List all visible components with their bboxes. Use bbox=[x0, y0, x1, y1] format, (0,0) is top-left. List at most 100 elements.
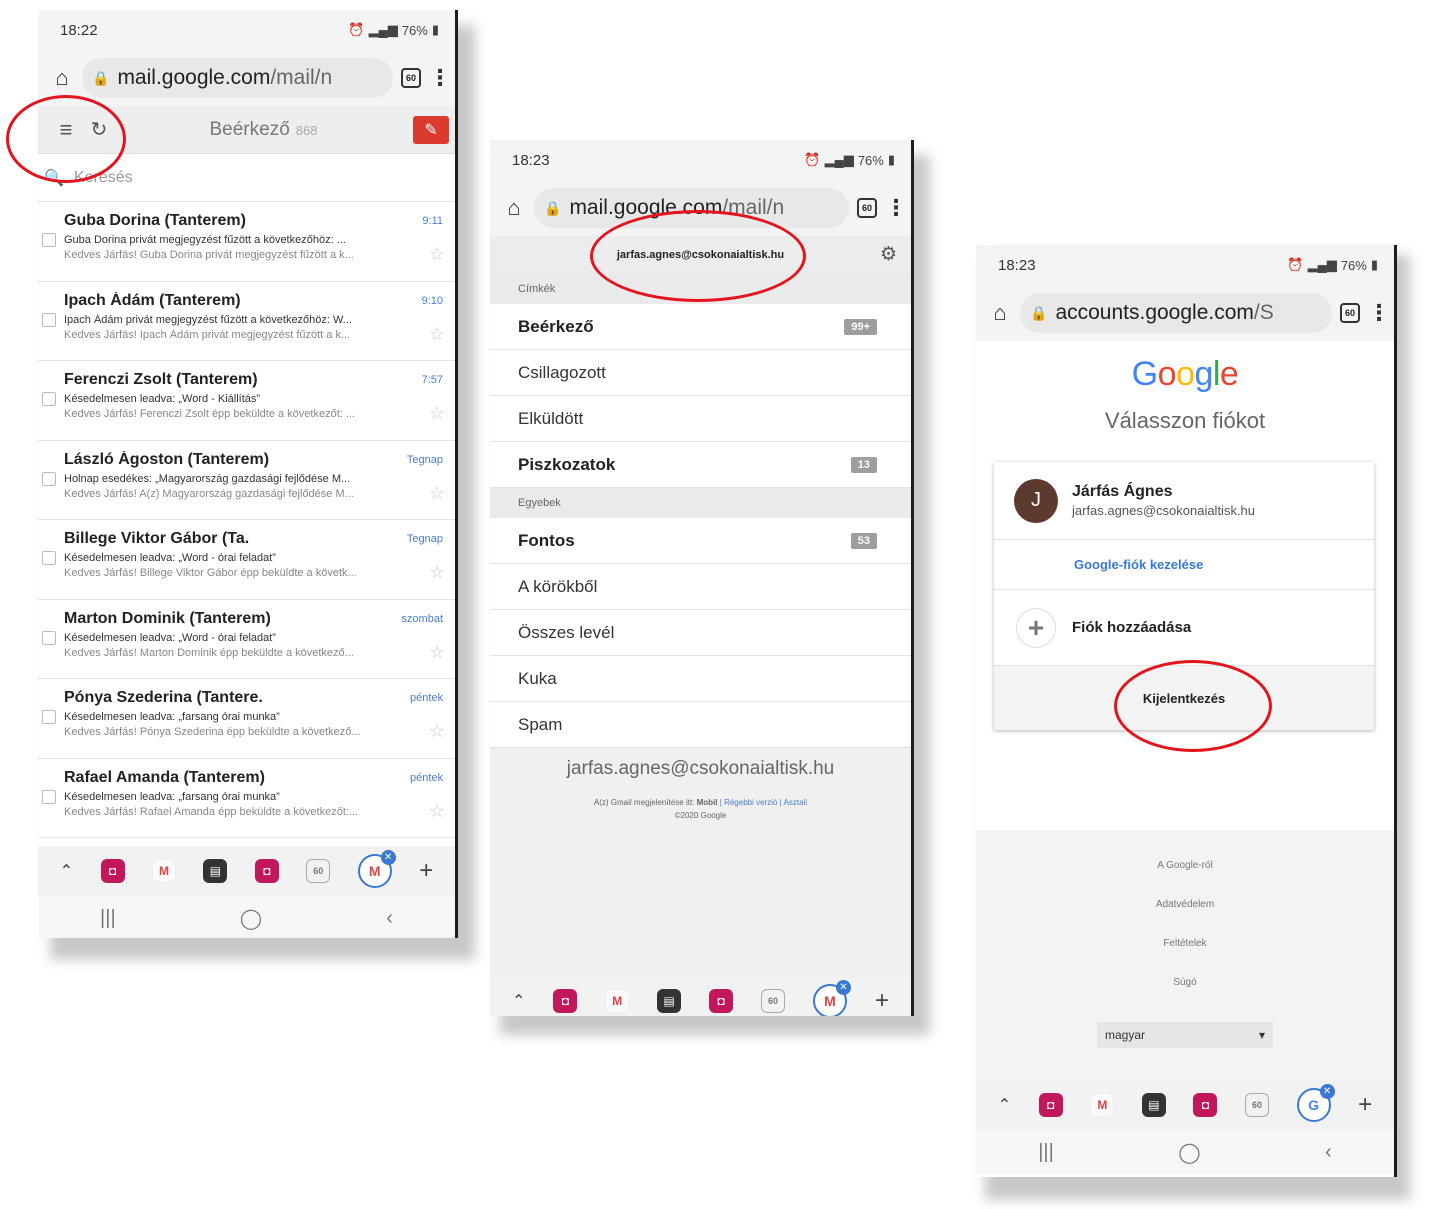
tab-count-button[interactable]: 60 bbox=[1340, 303, 1360, 323]
sign-out-button[interactable]: Kijelentkezés bbox=[994, 666, 1374, 730]
home-icon[interactable]: ⌂ bbox=[988, 300, 1012, 326]
gmail-icon[interactable]: M bbox=[1090, 1093, 1115, 1117]
refresh-icon[interactable]: ↻ bbox=[84, 117, 114, 142]
pocket-icon[interactable]: ◘ bbox=[553, 989, 578, 1013]
recent-apps-icon[interactable]: ||| bbox=[100, 907, 116, 930]
contacts-icon[interactable]: ▤ bbox=[657, 989, 682, 1013]
gear-icon[interactable]: ⚙ bbox=[880, 243, 897, 266]
tab-60-icon[interactable]: 60 bbox=[761, 989, 786, 1013]
mail-item[interactable]: Pónya Szederina (Tantere. péntek Késedelme… bbox=[38, 679, 455, 759]
star-icon[interactable]: ☆ bbox=[429, 562, 445, 583]
label-item[interactable]: Fontos 53 bbox=[490, 518, 911, 564]
chevron-up-icon[interactable]: ⌃ bbox=[998, 1095, 1011, 1115]
search-input[interactable]: 🔍 Keresés bbox=[38, 154, 455, 202]
footer-link-about[interactable]: A Google-ról bbox=[976, 860, 1394, 899]
mail-checkbox[interactable] bbox=[42, 789, 56, 804]
label-item[interactable]: Beérkező 99+ bbox=[490, 304, 911, 350]
mail-item[interactable]: Guba Dorina (Tanterem) 9:11 Guba Dorina pr… bbox=[38, 202, 455, 282]
pocket-icon[interactable]: ◘ bbox=[709, 989, 734, 1013]
close-icon[interactable]: ✕ bbox=[1319, 1084, 1335, 1099]
label-item[interactable]: Csillagozott bbox=[490, 350, 911, 396]
active-tab-google[interactable]: G ✕ bbox=[1296, 1084, 1335, 1122]
mail-checkbox[interactable] bbox=[42, 392, 56, 406]
mail-checkbox[interactable] bbox=[42, 471, 56, 486]
mail-item[interactable]: Rafael Amanda (Tanterem) péntek Késedelmes… bbox=[38, 759, 455, 838]
recent-apps-icon[interactable]: ||| bbox=[1038, 1141, 1054, 1164]
new-tab-icon[interactable]: + bbox=[875, 987, 889, 1015]
new-tab-icon[interactable]: + bbox=[419, 857, 433, 885]
star-icon[interactable]: ☆ bbox=[429, 324, 445, 345]
compose-button[interactable]: ✎ bbox=[413, 115, 449, 144]
more-options-icon[interactable]: ⋮ bbox=[885, 195, 907, 221]
star-icon[interactable]: ☆ bbox=[429, 483, 445, 504]
account-email[interactable]: jarfas.agnes@csokonaialtisk.hu bbox=[617, 249, 784, 261]
pocket-icon[interactable]: ◘ bbox=[100, 859, 125, 883]
gmail-icon[interactable]: M bbox=[152, 859, 176, 883]
close-icon[interactable]: ✕ bbox=[380, 850, 396, 865]
active-tab-gmail[interactable]: M ✕ bbox=[813, 980, 851, 1016]
contacts-icon[interactable]: ▤ bbox=[1141, 1093, 1166, 1117]
label-item[interactable]: Kuka bbox=[490, 656, 911, 702]
back-icon[interactable]: ‹ bbox=[1325, 1141, 1332, 1164]
home-icon[interactable]: ⌂ bbox=[502, 195, 526, 221]
label-item[interactable]: A körökből bbox=[490, 564, 911, 610]
close-icon[interactable]: ✕ bbox=[836, 980, 851, 995]
label-item[interactable]: Piszkozatok 13 bbox=[490, 442, 911, 488]
mail-checkbox[interactable] bbox=[42, 312, 56, 327]
pocket-icon[interactable]: ◘ bbox=[1193, 1093, 1218, 1117]
mail-sender: Rafael Amanda (Tanterem) bbox=[64, 768, 265, 786]
manage-account-link[interactable]: Google-fiók kezelése bbox=[994, 540, 1374, 590]
contacts-icon[interactable]: ▤ bbox=[203, 859, 228, 883]
mail-item[interactable]: Billege Viktor Gábor (Ta. Tegnap Késedelme… bbox=[38, 520, 455, 600]
mail-item[interactable]: Ipach Ádám (Tanterem) 9:10 Ipach Ádám priv… bbox=[38, 282, 455, 361]
mail-checkbox[interactable] bbox=[42, 551, 56, 565]
gmail-icon[interactable]: M bbox=[605, 989, 630, 1013]
more-options-icon[interactable]: ⋮ bbox=[1368, 300, 1390, 326]
tab-count-button[interactable]: 60 bbox=[857, 198, 877, 218]
view-desktop-link[interactable]: Asztali bbox=[784, 798, 808, 807]
mail-checkbox[interactable] bbox=[42, 233, 56, 247]
address-field[interactable]: 🔒 mail.google.com/mail/n bbox=[82, 58, 393, 98]
chevron-up-icon[interactable]: ⌃ bbox=[512, 991, 525, 1011]
home-button-icon[interactable]: ◯ bbox=[1178, 1140, 1200, 1165]
hamburger-menu-icon[interactable]: ≡ bbox=[48, 117, 84, 143]
mail-time: Tegnap bbox=[406, 533, 443, 545]
pocket-icon[interactable]: ◘ bbox=[1038, 1093, 1063, 1117]
view-older-link[interactable]: Régebbi verzió bbox=[724, 798, 777, 807]
home-button-icon[interactable]: ◯ bbox=[240, 906, 262, 931]
tab-60-icon[interactable]: 60 bbox=[306, 859, 331, 883]
star-icon[interactable]: ☆ bbox=[429, 801, 445, 822]
page-title: Válasszon fiókot bbox=[1104, 408, 1266, 433]
label-item[interactable]: Elküldött bbox=[490, 396, 911, 442]
new-tab-icon[interactable]: + bbox=[1358, 1091, 1372, 1119]
chevron-up-icon[interactable]: ⌃ bbox=[60, 861, 73, 881]
home-icon[interactable]: ⌂ bbox=[50, 65, 74, 91]
address-field[interactable]: 🔒 mail.google.com/mail/n bbox=[534, 188, 849, 228]
star-icon[interactable]: ☆ bbox=[429, 403, 445, 424]
mail-checkbox[interactable] bbox=[42, 630, 56, 645]
label-item[interactable]: Spam bbox=[490, 702, 911, 748]
back-icon[interactable]: ‹ bbox=[386, 907, 393, 930]
tab-60-icon[interactable]: 60 bbox=[1245, 1093, 1269, 1117]
mail-item[interactable]: Ferenczi Zsolt (Tanterem) 7:57 Késedelmese… bbox=[38, 361, 455, 441]
footer-link-help[interactable]: Súgó bbox=[976, 977, 1394, 1016]
mail-item[interactable]: Marton Dominik (Tanterem) szombat Késedelm… bbox=[38, 600, 455, 679]
footer-link-terms[interactable]: Feltételek bbox=[976, 938, 1394, 977]
mail-snippet: Kedves Járfás! A(z) Magyarország gazdasá… bbox=[64, 487, 354, 500]
active-tab-gmail[interactable]: M ✕ bbox=[357, 850, 396, 888]
address-field[interactable]: 🔒 accounts.google.com/S bbox=[1020, 293, 1332, 333]
label-item[interactable]: Összes levél bbox=[490, 610, 911, 656]
language-select[interactable]: magyar ▾ bbox=[1097, 1022, 1273, 1048]
mail-item[interactable]: László Ágoston (Tanterem) Tegnap Holnap es… bbox=[38, 441, 455, 520]
star-icon[interactable]: ☆ bbox=[429, 721, 445, 742]
tab-count-button[interactable]: 60 bbox=[401, 68, 421, 88]
star-icon[interactable]: ☆ bbox=[429, 642, 445, 663]
account-item[interactable]: J Járfás Ágnes jarfas.agnes@csokonaialti… bbox=[994, 462, 1374, 540]
star-icon[interactable]: ☆ bbox=[429, 244, 445, 265]
more-options-icon[interactable]: ⋮ bbox=[429, 65, 451, 91]
footer-link-privacy[interactable]: Adatvédelem bbox=[976, 899, 1394, 938]
pocket-icon[interactable]: ◘ bbox=[254, 859, 279, 883]
mail-checkbox[interactable] bbox=[42, 710, 56, 724]
add-account-button[interactable]: + Fiók hozzáadása bbox=[994, 590, 1374, 666]
label-section-header: Címkék bbox=[490, 274, 911, 304]
